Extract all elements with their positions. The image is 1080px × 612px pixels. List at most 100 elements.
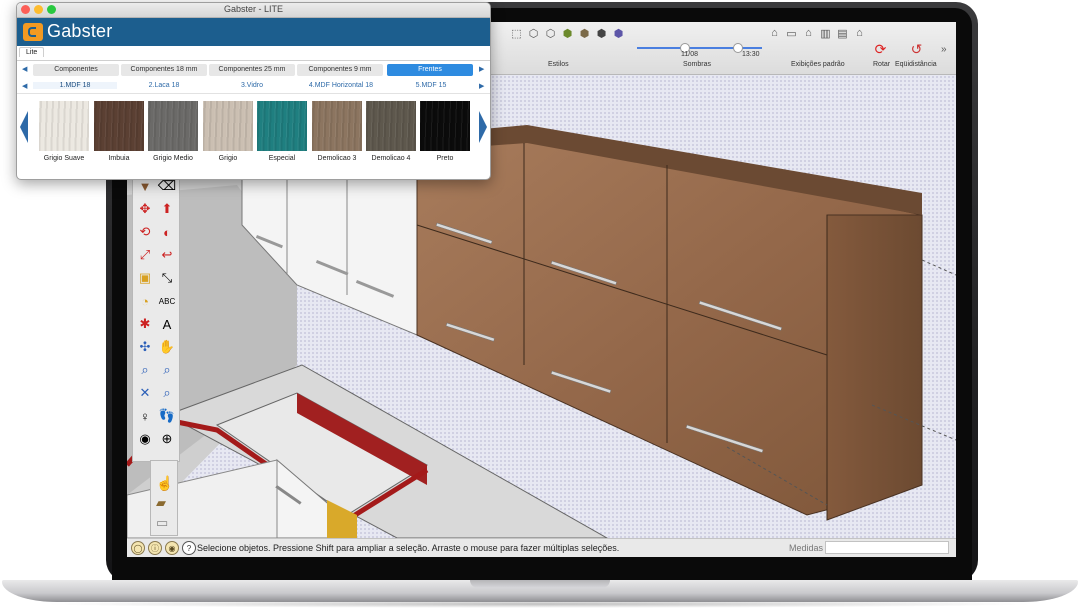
text-icon[interactable]: ABC: [157, 291, 177, 311]
rotate-tool-icon[interactable]: ⟲: [135, 222, 155, 242]
section-plane-icon[interactable]: ⊕: [157, 429, 177, 449]
offset-icon[interactable]: ↩: [157, 245, 177, 265]
style-xray-icon[interactable]: ⬚: [509, 26, 524, 40]
style-wireframe-icon[interactable]: ⬡: [526, 26, 541, 40]
gabster-window-title: Gabster - LITE: [223, 4, 284, 14]
geo-location-icon[interactable]: ◯: [131, 541, 145, 555]
gabster-window: Gabster - LITE Gabster Lite ◀ Componente…: [16, 2, 491, 180]
category-row: ◀ Componentes Componentes 18 mm Componen…: [17, 63, 490, 77]
follow-me-icon[interactable]: ◐: [157, 222, 177, 242]
axes-icon[interactable]: ✱: [135, 314, 155, 334]
secondary-palette: ☝ ▰ ▭: [150, 460, 178, 536]
rotate-icon[interactable]: ⟳: [873, 41, 888, 57]
swatch-preto[interactable]: [420, 101, 470, 151]
shadow-date-value: 11/08: [681, 51, 698, 58]
measurements-label: Medidas: [789, 543, 824, 553]
push-pull-icon[interactable]: ⬆: [157, 199, 177, 219]
swatch-demolicao-4[interactable]: [366, 101, 416, 151]
zoom-extents-icon[interactable]: ✕: [135, 383, 155, 403]
swatch-grigio-suave[interactable]: [39, 101, 89, 151]
swatch-label: Imbuia: [108, 155, 130, 162]
swatch-label: Demolicao 4: [371, 155, 411, 162]
subcategory-next-icon[interactable]: ▶: [479, 82, 484, 90]
category-prev-icon[interactable]: ◀: [22, 65, 27, 73]
orbit-icon[interactable]: ✣: [135, 337, 155, 357]
tape-measure-icon[interactable]: ▣: [135, 268, 155, 288]
styles-buttons: ⬚ ⬡ ⬡ ⬢ ⬢ ⬢ ⬢: [509, 26, 626, 40]
swatch-demolicao-3[interactable]: [312, 101, 362, 151]
style-back-edges-icon[interactable]: ⬢: [611, 26, 626, 40]
subcategory-laca-18[interactable]: 2.Laca 18: [121, 82, 207, 89]
swatch-grigio[interactable]: [203, 101, 253, 151]
subcategory-mdf-15[interactable]: 5.MDF 15: [389, 82, 473, 89]
3d-text-icon[interactable]: A: [157, 314, 177, 334]
shadow-time-value: 13:30: [742, 51, 760, 58]
category-componentes-18mm[interactable]: Componentes 18 mm: [121, 64, 207, 76]
standard-views-buttons: ⌂ ▭ ⌂ ▥ ▤ ⌂: [767, 26, 867, 40]
status-icons: ◯ ⓘ ◉ ?: [131, 541, 196, 555]
swatch-label: Grigio: [218, 155, 238, 162]
view-top-icon[interactable]: ▭: [784, 26, 799, 40]
category-next-icon[interactable]: ▶: [479, 65, 484, 73]
tool-grid: ▼ ⌫ ✥ ⬆ ⟲ ◐ ⤢ ↩ ▣ ⤡ ◔ ABC ✱ A ✣ ✋ ⌕ ⌕ ✕ …: [135, 176, 177, 449]
subcategory-mdf-18[interactable]: 1.MDF 18: [33, 82, 117, 89]
standard-views-label: Exibições padrão: [791, 61, 845, 68]
category-componentes-9mm[interactable]: Componentes 9 mm: [297, 64, 383, 76]
zoom-window-icon[interactable]: ⌕: [157, 360, 177, 380]
shadows-label: Sombras: [683, 61, 712, 68]
gabster-logo-icon: [23, 23, 43, 41]
walk-icon[interactable]: 👣: [157, 406, 177, 426]
scale-icon[interactable]: ⤢: [135, 245, 155, 265]
select-hand-icon[interactable]: ☝: [156, 475, 173, 492]
subcategory-mdf-horizontal-18[interactable]: 4.MDF Horizontal 18: [297, 82, 385, 89]
gabster-title-bar: Gabster - LITE: [17, 3, 490, 18]
swatch-especial[interactable]: [257, 101, 307, 151]
swatch-prev-icon[interactable]: [20, 111, 28, 143]
view-right-icon[interactable]: ▥: [818, 26, 833, 40]
shadow-time-slider[interactable]: [702, 47, 762, 49]
help-icon[interactable]: ?: [182, 541, 196, 555]
status-message: Selecione objetos. Pressione Shift para …: [197, 543, 620, 553]
swatch-label: Preto: [436, 155, 454, 162]
credits-icon[interactable]: ⓘ: [148, 541, 162, 555]
subcategory-prev-icon[interactable]: ◀: [22, 82, 27, 90]
pan-icon[interactable]: ✋: [157, 337, 177, 357]
tab-lite[interactable]: Lite: [19, 47, 45, 57]
view-left-icon[interactable]: ⌂: [852, 26, 867, 40]
subcategory-vidro[interactable]: 3.Vidro: [209, 82, 295, 89]
style-monochrome-icon[interactable]: ⬢: [594, 26, 609, 40]
style-shaded-icon[interactable]: ⬢: [560, 26, 575, 40]
view-iso-icon[interactable]: ⌂: [767, 26, 782, 40]
equidistance-icon[interactable]: ↺: [909, 41, 924, 57]
swatch-grigio-medio[interactable]: [148, 101, 198, 151]
user-icon[interactable]: ◉: [165, 541, 179, 555]
category-componentes[interactable]: Componentes: [33, 64, 119, 76]
protractor-icon[interactable]: ◔: [135, 291, 155, 311]
swatch-next-icon[interactable]: [479, 111, 487, 143]
zoom-icon[interactable]: ⌕: [135, 360, 155, 380]
previous-view-icon[interactable]: ⌕: [157, 383, 177, 403]
look-around-icon[interactable]: ◉: [135, 429, 155, 449]
toolbar-overflow-button[interactable]: »: [941, 44, 947, 55]
style-textured-icon[interactable]: ⬢: [577, 26, 592, 40]
style-hidden-line-icon[interactable]: ⬡: [543, 26, 558, 40]
view-front-icon[interactable]: ⌂: [801, 26, 816, 40]
measurements-input[interactable]: [825, 541, 949, 554]
swatch-label: Grigio Suave: [43, 155, 85, 162]
wood-cabinet-side: [826, 214, 923, 521]
dimension-icon[interactable]: ⤡: [157, 268, 177, 288]
component-icon[interactable]: ▰: [156, 495, 166, 511]
eraser-small-icon[interactable]: ▭: [156, 515, 168, 531]
swatch-imbuia[interactable]: [94, 101, 144, 151]
view-back-icon[interactable]: ▤: [835, 26, 850, 40]
swatch-label: Demolicao 3: [317, 155, 357, 162]
move-icon[interactable]: ✥: [135, 199, 155, 219]
swatch-label: Grigio Medio: [153, 155, 193, 162]
swatch-label: Especial: [268, 155, 296, 162]
gabster-tabs: Lite: [17, 46, 490, 61]
category-frentes[interactable]: Frentes: [387, 64, 473, 76]
position-camera-icon[interactable]: ♀: [135, 406, 155, 426]
category-componentes-25mm[interactable]: Componentes 25 mm: [209, 64, 295, 76]
equidistance-label: Eqüidistância: [895, 61, 937, 68]
material-swatches: Grigio Suave Imbuia Grigio Medio Grigio …: [17, 101, 490, 169]
